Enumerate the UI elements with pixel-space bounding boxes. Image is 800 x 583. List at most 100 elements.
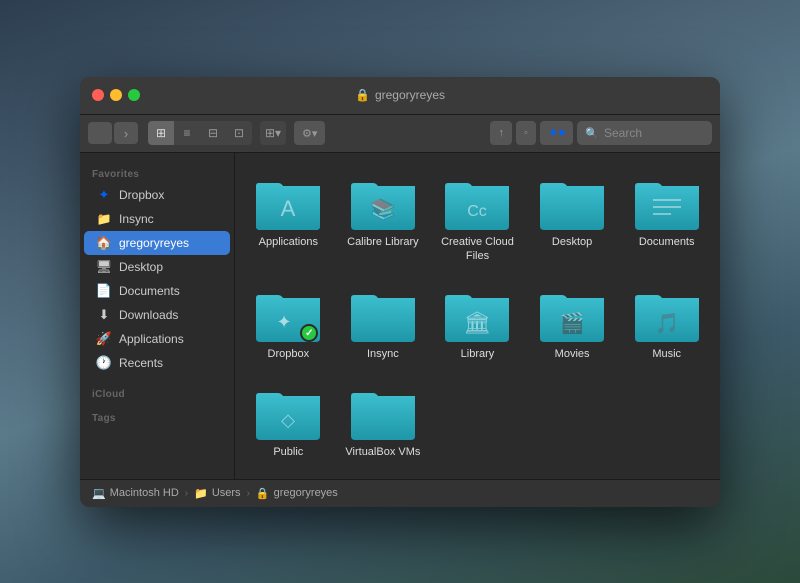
icon-view-button[interactable]: ⊞: [148, 121, 174, 145]
sidebar-item-insync[interactable]: 📁 Insync: [84, 207, 230, 231]
statusbar: 💻 Macintosh HD › 📁 Users › 🔒 gregoryreye…: [80, 479, 720, 507]
folder-icon-insync: [351, 288, 415, 342]
sidebar-item-documents[interactable]: 📄 Documents: [84, 279, 230, 303]
file-name-virtualbox: VirtualBox VMs: [345, 445, 420, 459]
file-item-movies[interactable]: 🎬 Movies: [529, 280, 616, 370]
share-button[interactable]: ↑: [490, 121, 512, 145]
main-content: Favorites ✦ Dropbox 📁 Insync 🏠 gregoryre…: [80, 153, 720, 479]
file-item-dropbox[interactable]: ✦ ✓ Dropbox: [245, 280, 332, 370]
file-item-insync[interactable]: Insync: [340, 280, 427, 370]
folder-icon-documents: [635, 176, 699, 230]
traffic-lights: [80, 89, 140, 101]
breadcrumb-gregoryreyes[interactable]: 🔒 gregoryreyes: [256, 487, 338, 500]
sidebar: Favorites ✦ Dropbox 📁 Insync 🏠 gregoryre…: [80, 153, 235, 479]
column-view-button[interactable]: ⊟: [200, 121, 226, 145]
cover-view-button[interactable]: ⊡: [226, 121, 252, 145]
search-icon: 🔍: [585, 127, 599, 140]
file-name-calibre: Calibre Library: [347, 235, 419, 249]
folder-icon-applications: A: [256, 176, 320, 230]
maximize-button[interactable]: [128, 89, 140, 101]
file-name-creative-cloud: Creative Cloud Files: [438, 235, 517, 264]
documents-icon: 📄: [96, 283, 112, 299]
list-view-button[interactable]: ≡: [174, 121, 200, 145]
breadcrumb-label-users: Users: [212, 487, 241, 499]
home-icon: 🏠: [96, 235, 112, 251]
folder-icon-library: 🏛: [445, 288, 509, 342]
svg-text:📚: 📚: [370, 198, 395, 221]
file-grid: A Applications 📚 Calibre Library: [245, 168, 710, 469]
sidebar-item-dropbox[interactable]: ✦ Dropbox: [84, 183, 230, 207]
file-item-desktop[interactable]: Desktop: [529, 168, 616, 273]
sidebar-label-downloads: Downloads: [119, 308, 178, 322]
sidebar-label-desktop: Desktop: [119, 260, 163, 274]
file-name-movies: Movies: [555, 347, 590, 361]
svg-text:🎵: 🎵: [654, 312, 679, 335]
folder-icon-virtualbox: [351, 386, 415, 440]
folder-icon-creative-cloud: Cc: [445, 176, 509, 230]
hd-icon: 💻: [92, 487, 106, 500]
insync-icon: 📁: [96, 211, 112, 227]
file-item-documents[interactable]: Documents: [623, 168, 710, 273]
folder-icon-desktop: [540, 176, 604, 230]
sidebar-item-desktop[interactable]: 🖥 Desktop: [84, 255, 230, 279]
applications-icon: 🚀: [96, 331, 112, 347]
minimize-button[interactable]: [110, 89, 122, 101]
file-item-calibre[interactable]: 📚 Calibre Library: [340, 168, 427, 273]
tags-label: Tags: [80, 407, 234, 427]
desktop-icon: 🖥: [96, 259, 112, 275]
sidebar-label-recents: Recents: [119, 356, 163, 370]
users-folder-icon: 📁: [194, 487, 208, 500]
sidebar-label-applications: Applications: [119, 332, 184, 346]
file-item-creative-cloud[interactable]: Cc Creative Cloud Files: [434, 168, 521, 273]
file-item-public[interactable]: ◇ Public: [245, 378, 332, 468]
file-item-virtualbox[interactable]: VirtualBox VMs: [340, 378, 427, 468]
breadcrumb-label-gregoryreyes: gregoryreyes: [274, 487, 338, 499]
file-name-documents: Documents: [639, 235, 695, 249]
action-button[interactable]: ⚙▾: [294, 121, 325, 145]
file-item-music[interactable]: 🎵 Music: [623, 280, 710, 370]
breadcrumb-arrow-1: ›: [185, 488, 188, 499]
titlebar: 🔒 gregoryreyes: [80, 77, 720, 115]
favorites-label: Favorites: [80, 163, 234, 183]
title-lock-icon: 🔒: [355, 88, 370, 102]
forward-button[interactable]: ›: [114, 122, 138, 144]
dropbox-toolbar-button[interactable]: ✦▾: [540, 121, 573, 145]
icloud-label: iCloud: [80, 383, 234, 403]
search-input[interactable]: [604, 126, 704, 140]
svg-text:🏛: 🏛: [464, 310, 492, 335]
view-buttons: ⊞ ≡ ⊟ ⊡: [148, 121, 252, 145]
file-area: A Applications 📚 Calibre Library: [235, 153, 720, 479]
close-button[interactable]: [92, 89, 104, 101]
file-name-public: Public: [273, 445, 303, 459]
user-lock-icon: 🔒: [256, 487, 270, 500]
svg-text:✦: ✦: [277, 312, 292, 332]
file-name-music: Music: [652, 347, 681, 361]
sidebar-item-applications[interactable]: 🚀 Applications: [84, 327, 230, 351]
sidebar-label-gregoryreyes: gregoryreyes: [119, 236, 189, 250]
file-name-desktop: Desktop: [552, 235, 592, 249]
file-item-applications[interactable]: A Applications: [245, 168, 332, 273]
breadcrumb-macintosh-hd[interactable]: 💻 Macintosh HD: [92, 487, 179, 500]
sidebar-item-recents[interactable]: 🕐 Recents: [84, 351, 230, 375]
folder-icon-calibre: 📚: [351, 176, 415, 230]
file-item-library[interactable]: 🏛 Library: [434, 280, 521, 370]
file-name-dropbox: Dropbox: [268, 347, 310, 361]
recents-icon: 🕐: [96, 355, 112, 371]
sidebar-item-gregoryreyes[interactable]: 🏠 gregoryreyes: [84, 231, 230, 255]
arrange-button[interactable]: ⊞▾: [260, 121, 286, 145]
back-button[interactable]: ‹: [88, 122, 112, 144]
folder-icon-music: 🎵: [635, 288, 699, 342]
svg-text:Cc: Cc: [468, 203, 488, 220]
sidebar-label-documents: Documents: [119, 284, 180, 298]
folder-icon-dropbox: ✦ ✓: [256, 288, 320, 342]
window-title: 🔒 gregoryreyes: [355, 88, 445, 102]
breadcrumb-users[interactable]: 📁 Users: [194, 487, 240, 500]
sidebar-label-insync: Insync: [119, 212, 154, 226]
tag-button[interactable]: ◦: [516, 121, 536, 145]
file-name-applications: Applications: [259, 235, 318, 249]
folder-icon-movies: 🎬: [540, 288, 604, 342]
search-box: 🔍: [577, 121, 712, 145]
sidebar-item-downloads[interactable]: ⬇ Downloads: [84, 303, 230, 327]
finder-window: 🔒 gregoryreyes ‹ › ⊞ ≡ ⊟ ⊡ ⊞▾ ⚙▾ ↑ ◦ ✦▾ …: [80, 77, 720, 507]
breadcrumb-label-hd: Macintosh HD: [110, 487, 179, 499]
